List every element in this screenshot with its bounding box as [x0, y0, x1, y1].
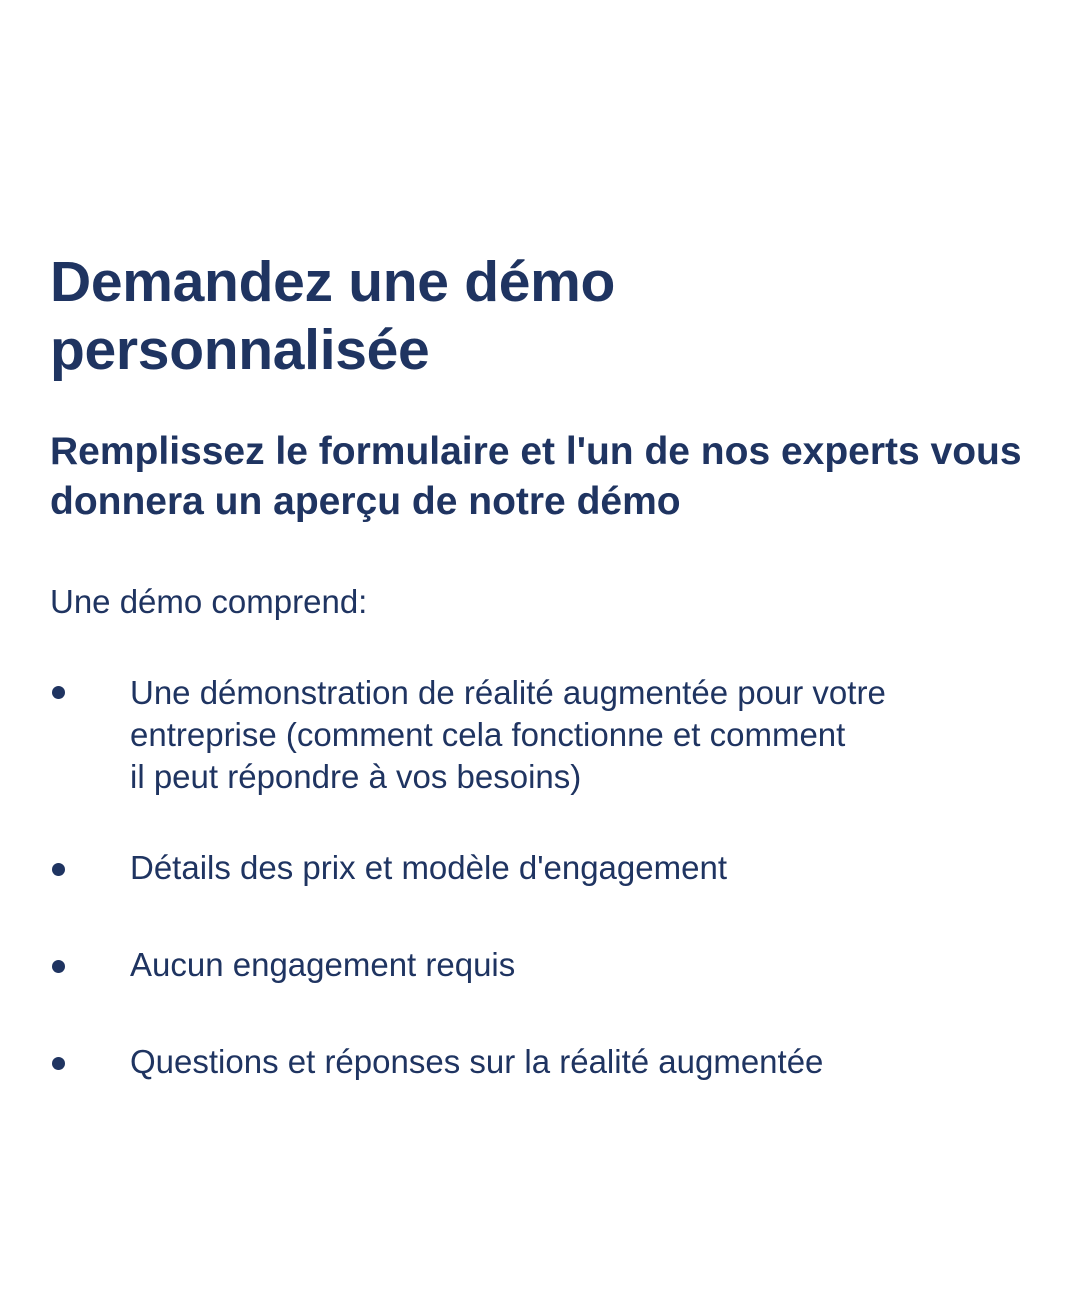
bullet-icon [52, 686, 65, 699]
bullet-icon [52, 863, 65, 876]
bullet-icon [52, 960, 65, 973]
feature-list-wrapper: Une démonstration de réalité augmentée p… [50, 0, 1080, 1300]
list-item-text: Aucun engagement requis [130, 946, 516, 983]
list-item-text: Détails des prix et modèle d'engagement [130, 849, 727, 886]
bullet-icon [52, 1057, 65, 1070]
list-item-text: Une démonstration de réalité augmentée p… [130, 674, 886, 795]
list-item-text: Questions et réponses sur la réalité aug… [130, 1043, 824, 1080]
